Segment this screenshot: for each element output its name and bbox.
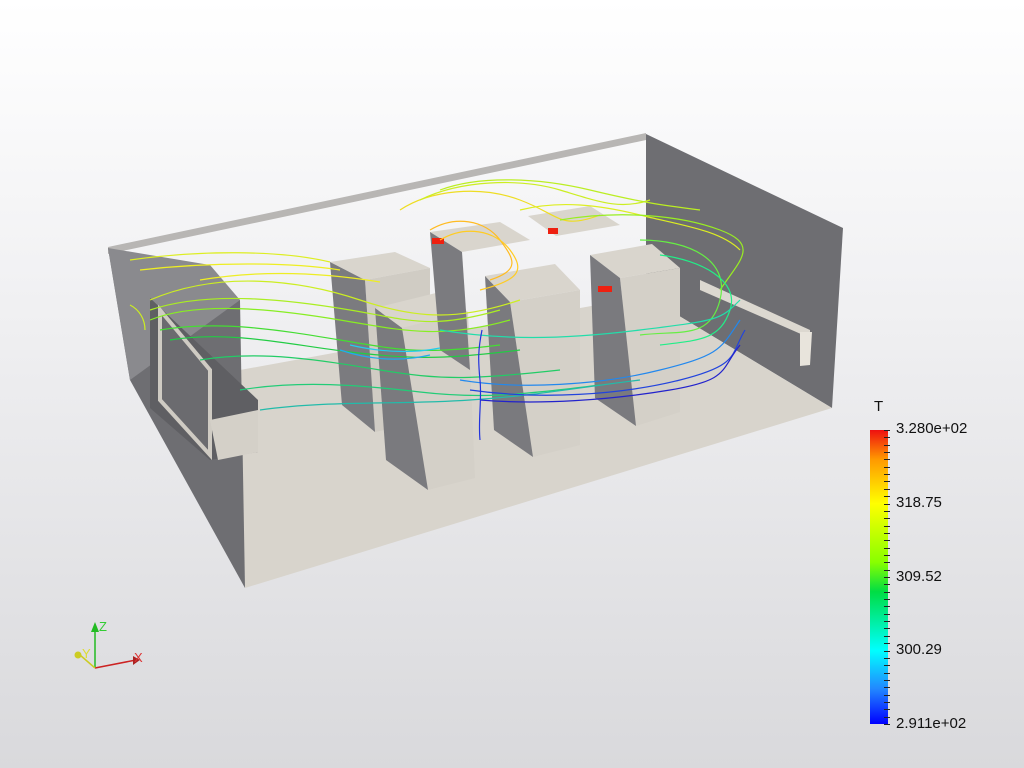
axis-x-label: X bbox=[134, 650, 143, 665]
legend-tick bbox=[884, 466, 890, 468]
legend-tick bbox=[884, 650, 890, 652]
legend-tick bbox=[884, 724, 890, 725]
legend-tick bbox=[884, 554, 890, 556]
hot-spot-3 bbox=[598, 286, 612, 292]
legend-label-max: 3.280e+02 bbox=[896, 420, 968, 437]
legend-tick bbox=[884, 459, 890, 461]
legend-tick bbox=[884, 621, 890, 623]
axis-z-label: Z bbox=[99, 619, 107, 634]
legend-tick bbox=[884, 452, 890, 454]
legend-tick bbox=[884, 547, 890, 549]
legend-tick bbox=[884, 635, 890, 637]
legend-tick bbox=[884, 569, 890, 571]
legend-tick bbox=[884, 643, 890, 645]
legend-tick bbox=[884, 525, 890, 527]
legend-tick bbox=[884, 628, 890, 630]
legend-title: T bbox=[874, 398, 884, 415]
legend-tick bbox=[884, 577, 890, 578]
legend-tick bbox=[884, 701, 890, 703]
legend-tick bbox=[884, 679, 890, 681]
legend-tick bbox=[884, 672, 890, 674]
axes-triad bbox=[74, 622, 140, 669]
legend-tick bbox=[884, 657, 890, 659]
legend-tick bbox=[884, 716, 890, 718]
legend-tick bbox=[884, 481, 890, 483]
legend-tick bbox=[884, 709, 890, 711]
legend-tick bbox=[884, 694, 890, 696]
legend-tick bbox=[884, 613, 890, 615]
legend-label-4: 300.29 bbox=[896, 641, 942, 658]
legend-tick bbox=[884, 474, 890, 476]
hot-spot-2 bbox=[548, 228, 558, 234]
legend-tick bbox=[884, 430, 890, 431]
legend-label-min: 2.911e+02 bbox=[896, 715, 967, 732]
legend-tick bbox=[884, 488, 890, 490]
legend-label-2: 318.75 bbox=[896, 494, 942, 511]
legend-tick bbox=[884, 562, 890, 564]
legend-tick bbox=[884, 518, 890, 520]
legend-tick bbox=[884, 599, 890, 601]
legend-tick bbox=[884, 606, 890, 608]
room-top-rim bbox=[108, 133, 646, 254]
legend-tick bbox=[884, 665, 890, 667]
legend-tick bbox=[884, 687, 890, 689]
legend-tick bbox=[884, 437, 890, 439]
legend-tick bbox=[884, 591, 890, 593]
axis-y-label: Y bbox=[82, 646, 91, 661]
legend-tick bbox=[884, 510, 890, 512]
legend-label-3: 309.52 bbox=[896, 568, 942, 585]
legend-tick bbox=[884, 584, 890, 586]
legend-tick bbox=[884, 532, 890, 534]
legend-tick bbox=[884, 444, 890, 446]
legend-tick bbox=[884, 503, 890, 505]
right-shelf-end bbox=[800, 332, 812, 366]
legend-tick bbox=[884, 540, 890, 542]
legend-tick bbox=[884, 496, 890, 498]
